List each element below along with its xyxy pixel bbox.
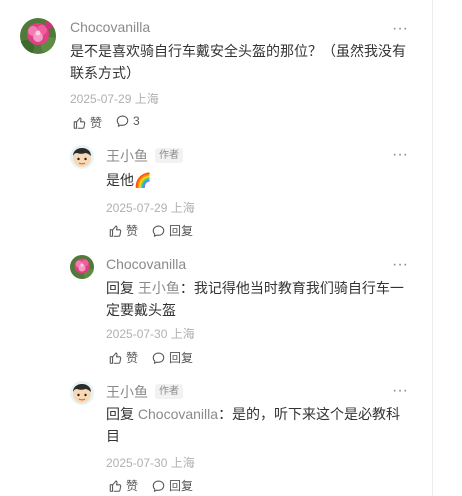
more-options-icon[interactable]: ···: [392, 383, 408, 399]
reply-author[interactable]: 王小鱼: [106, 382, 148, 402]
more-options-icon[interactable]: ···: [392, 147, 408, 163]
reply-author[interactable]: 王小鱼: [106, 146, 148, 166]
like-label: 赞: [126, 351, 139, 365]
reply-count-button[interactable]: 3: [115, 114, 140, 128]
comment-bubble-icon: [152, 480, 165, 492]
reply-prefix: 回复: [106, 406, 134, 422]
like-button[interactable]: 赞: [108, 222, 138, 239]
reply-avatar[interactable]: [70, 381, 94, 405]
reply-author[interactable]: Chocovanilla: [106, 256, 186, 272]
reply-count: 3: [133, 114, 140, 128]
comment-bubble-icon: [116, 115, 129, 127]
reply-button[interactable]: 回复: [151, 222, 193, 239]
reply-text-content: 是他: [106, 172, 134, 188]
reply-meta: 2025-07-30 上海: [106, 456, 195, 470]
thumbs-up-icon: [73, 116, 86, 129]
thumbs-up-icon: [109, 351, 122, 364]
like-button[interactable]: 赞: [72, 114, 102, 131]
more-options-icon[interactable]: ···: [392, 257, 408, 273]
boy-cartoon-avatar-icon: [70, 145, 94, 169]
reply-text: 回复 Chocovanilla：是的，听下来这个是必教科目: [106, 403, 406, 447]
like-label: 赞: [126, 224, 139, 238]
author-badge: 作者: [155, 148, 183, 163]
flower-avatar-icon: [20, 18, 56, 54]
thumbs-up-icon: [109, 479, 122, 492]
more-options-icon[interactable]: ···: [392, 21, 408, 37]
comment-bubble-icon: [152, 225, 165, 237]
right-divider: [432, 0, 433, 496]
reply-meta: 2025-07-30 上海: [106, 327, 195, 341]
reply-avatar[interactable]: [70, 255, 94, 279]
reply-text: 是他🌈: [106, 169, 151, 191]
reply-meta: 2025-07-29 上海: [106, 201, 195, 215]
reply-button[interactable]: 回复: [151, 349, 193, 366]
reply-label: 回复: [169, 224, 194, 238]
reply-prefix: 回复: [106, 280, 134, 296]
comment-text: 是不是喜欢骑自行车戴安全头盔的那位？（虽然我没有联系方式）: [70, 43, 406, 81]
comment-author[interactable]: Chocovanilla: [70, 19, 150, 35]
reply-label: 回复: [169, 479, 194, 493]
reply-mention[interactable]: Chocovanilla: [138, 406, 218, 422]
reply-label: 回复: [169, 351, 194, 365]
comment-bubble-icon: [152, 352, 165, 364]
like-button[interactable]: 赞: [108, 477, 138, 494]
author-badge: 作者: [155, 384, 183, 399]
like-label: 赞: [90, 116, 103, 130]
reply-button[interactable]: 回复: [151, 477, 193, 494]
thumbs-up-icon: [109, 224, 122, 237]
like-button[interactable]: 赞: [108, 349, 138, 366]
like-label: 赞: [126, 479, 139, 493]
rainbow-emoji: 🌈: [134, 172, 152, 188]
comment-meta: 2025-07-29 上海: [70, 92, 159, 106]
avatar[interactable]: [20, 18, 56, 54]
flower-avatar-icon: [70, 255, 94, 279]
reply-mention[interactable]: 王小鱼: [138, 280, 180, 296]
boy-cartoon-avatar-icon: [70, 381, 94, 405]
reply-avatar[interactable]: [70, 145, 94, 169]
reply-text: 回复 王小鱼：我记得他当时教育我们骑自行车一定要戴头盔: [106, 277, 406, 321]
